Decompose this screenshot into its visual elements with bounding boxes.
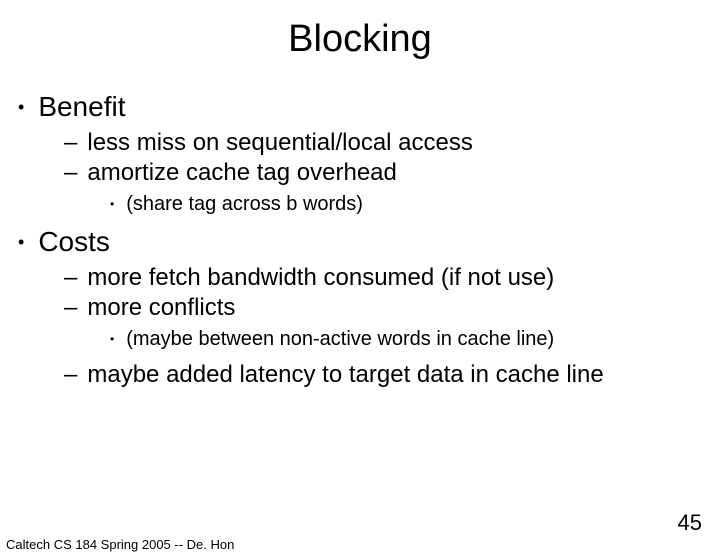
benefit-sub-2: – amortize cache tag overhead [64,159,702,187]
costs-sub-3: – maybe added latency to target data in … [64,361,702,389]
bullet-benefit: • Benefit [18,91,702,123]
benefit-subsub: • (share tag across b words) [110,193,702,216]
dash-icon: – [64,294,77,322]
bullet-costs: • Costs [18,226,702,258]
bullet-icon: • [110,197,114,211]
bullet-costs-label: Costs [38,226,110,258]
benefit-sub-2-text: amortize cache tag overhead [87,159,397,187]
benefit-subsub-text: (share tag across b words) [126,193,363,216]
dash-icon: – [64,159,77,187]
dash-icon: – [64,129,77,157]
bullet-icon: • [18,232,24,253]
costs-sub-2: – more conflicts [64,294,702,322]
page-number: 45 [678,510,702,536]
costs-sub-3-text: maybe added latency to target data in ca… [87,361,603,389]
costs-sub-1-text: more fetch bandwidth consumed (if not us… [87,264,554,292]
bullet-icon: • [110,332,114,346]
costs-sub-1: – more fetch bandwidth consumed (if not … [64,264,702,292]
benefit-sub-1: – less miss on sequential/local access [64,129,702,157]
slide-title: Blocking [0,18,720,61]
dash-icon: – [64,361,77,389]
bullet-benefit-label: Benefit [38,91,125,123]
dash-icon: – [64,264,77,292]
slide-body: • Benefit – less miss on sequential/loca… [0,91,720,389]
costs-sub-2-text: more conflicts [87,294,235,322]
costs-subsub-text: (maybe between non-active words in cache… [126,328,554,351]
footer-text: Caltech CS 184 Spring 2005 -- De. Hon [6,537,234,552]
bullet-icon: • [18,97,24,118]
benefit-sub-1-text: less miss on sequential/local access [87,129,473,157]
costs-subsub: • (maybe between non-active words in cac… [110,328,702,351]
